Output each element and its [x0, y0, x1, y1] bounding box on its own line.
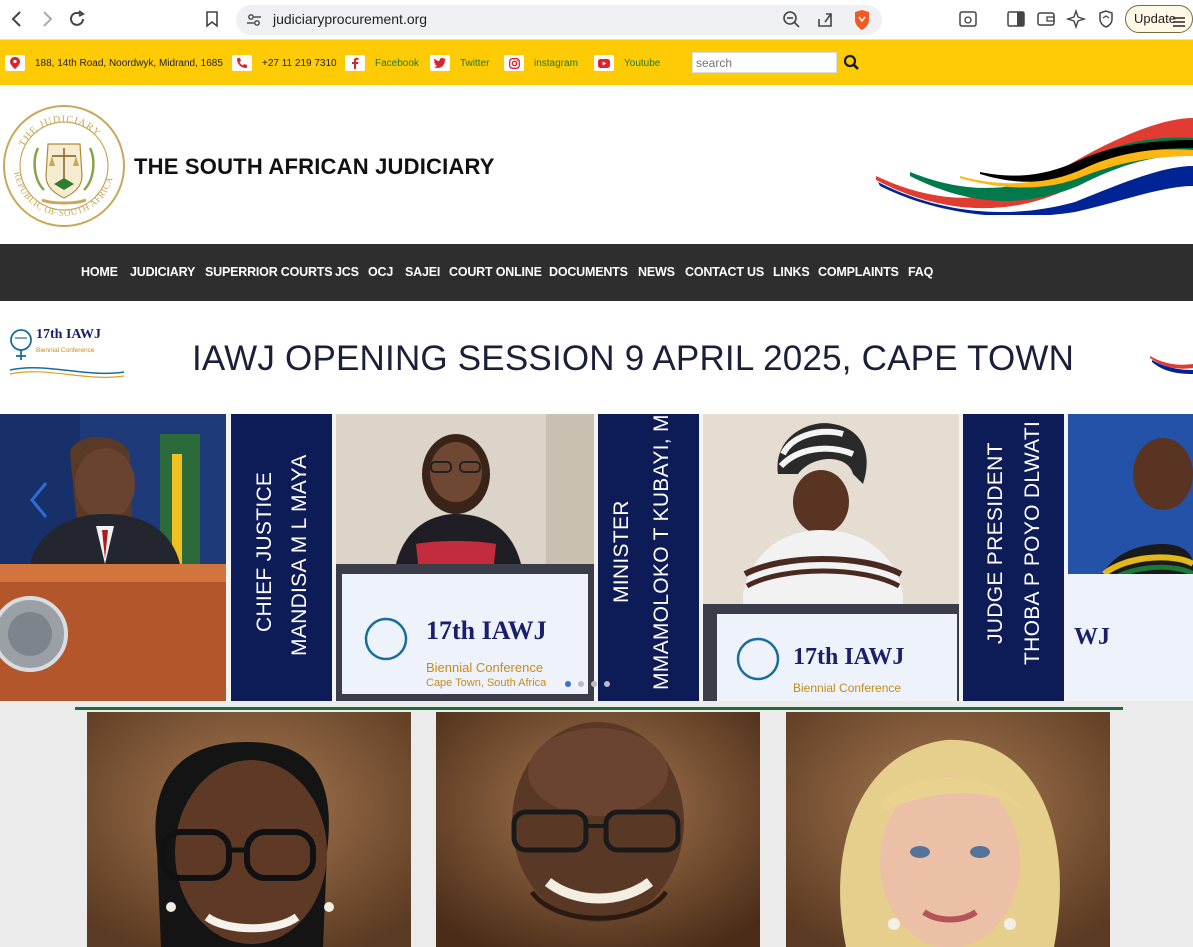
caption-line1: CHIEF JUSTICE [253, 471, 276, 632]
carousel-dot-1[interactable] [565, 681, 571, 687]
leader-portrait-2[interactable] [436, 712, 760, 947]
iawj-logo-text: 17th IAWJ [36, 327, 101, 342]
leader-portrait-3[interactable] [786, 712, 1110, 947]
carousel-caption-minister: MINISTER MMAMOLOKO T KUBAYI, MP [598, 414, 699, 701]
phone-icon [232, 55, 252, 71]
youtube-icon [594, 55, 614, 71]
carousel-caption-judge-president: JUDGE PRESIDENT THOBA P POYO DLWATI [963, 414, 1064, 701]
youtube-link[interactable]: Youtube [594, 54, 660, 72]
sa-flag-ribbon [870, 110, 1193, 217]
browser-toolbar: judiciaryprocurement.org Update [0, 0, 1193, 40]
svg-text:WJ: WJ [1074, 624, 1110, 650]
caption-line2: MMAMOLOKO T KUBAYI, MP [650, 414, 673, 690]
reader-mode-icon[interactable] [958, 9, 978, 29]
caption-line2: MANDISA M L MAYA [288, 454, 311, 656]
nav-superior-courts[interactable]: SUPERRIOR COURTS [205, 265, 333, 279]
caption-line2: THOBA P POYO DLWATI [1021, 420, 1044, 665]
nav-ocj[interactable]: OCJ [368, 265, 393, 279]
facebook-label: Facebook [375, 57, 419, 69]
carousel-caption-chief-justice: CHIEF JUSTICE MANDISA M L MAYA [231, 414, 332, 701]
bookmark-icon[interactable] [202, 9, 222, 29]
photo-carousel: CHIEF JUSTICE MANDISA M L MAYA 17th IAWJ… [0, 414, 1193, 701]
facebook-link[interactable]: Facebook [345, 54, 419, 72]
caption-line1: MINISTER [610, 500, 633, 603]
nav-news[interactable]: NEWS [638, 265, 675, 279]
podium-text-2: 17th IAWJ [793, 644, 904, 670]
twitter-icon [430, 55, 450, 71]
search-input[interactable] [692, 52, 837, 73]
sidebar-icon[interactable] [1006, 9, 1026, 29]
zoom-icon[interactable] [782, 10, 802, 30]
address-bar[interactable]: judiciaryprocurement.org [236, 5, 882, 35]
nav-complaints[interactable]: COMPLAINTS [818, 265, 899, 279]
search-icon[interactable] [843, 54, 861, 72]
banner-title: IAWJ OPENING SESSION 9 APRIL 2025, CAPE … [192, 339, 1075, 378]
site-settings-icon[interactable] [246, 12, 262, 28]
share-icon[interactable] [816, 10, 836, 30]
youtube-label: Youtube [624, 57, 661, 69]
twitter-label: Twitter [460, 57, 490, 69]
carousel-photo-judge-president: WJ [1068, 414, 1193, 701]
podium-place-1: Cape Town, South Africa [426, 677, 547, 689]
wallet-icon[interactable] [1036, 9, 1056, 29]
address-text: 188, 14th Road, Noordwyk, Midrand, 1685 [35, 57, 223, 69]
nav-documents[interactable]: DOCUMENTS [549, 265, 628, 279]
podium-conf-1: Biennial Conference [426, 660, 543, 675]
carousel-photo-minister: 17th IAWJ Biennial Conference [703, 414, 959, 701]
caption-line1: JUDGE PRESIDENT [984, 442, 1007, 644]
iawj-logo-sub: Biennial Conference [36, 347, 95, 354]
reload-icon[interactable] [66, 8, 88, 30]
forward-icon[interactable] [36, 8, 58, 30]
address-item: 188, 14th Road, Noordwyk, Midrand, 1685 [5, 54, 223, 72]
podium-conf-2: Biennial Conference [793, 681, 901, 695]
brave-shield-icon[interactable] [852, 9, 872, 30]
nav-sajei[interactable]: SAJEI [405, 265, 440, 279]
carousel-photo-president [0, 414, 226, 701]
phone-item: +27 11 219 7310 [232, 54, 337, 72]
leader-portrait-1[interactable] [87, 712, 411, 947]
instagram-label: instagram [534, 57, 578, 69]
nav-home[interactable]: HOME [81, 265, 118, 279]
nav-jcs[interactable]: JCS [335, 265, 359, 279]
nav-contact-us[interactable]: CONTACT US [685, 265, 764, 279]
carousel-indicators [565, 681, 610, 687]
menu-icon[interactable] [1172, 12, 1186, 27]
site-title: THE SOUTH AFRICAN JUDICIARY [134, 154, 495, 179]
map-pin-icon [5, 55, 25, 71]
nav-court-online[interactable]: COURT ONLINE [449, 265, 542, 279]
podium-text-1: 17th IAWJ [426, 616, 547, 645]
back-icon[interactable] [6, 8, 28, 30]
instagram-link[interactable]: instagram [504, 54, 578, 72]
nav-faq[interactable]: FAQ [908, 265, 933, 279]
carousel-dot-3[interactable] [591, 681, 597, 687]
iawj-logo: 17th IAWJ Biennial Conference [6, 322, 128, 380]
update-label: Update [1134, 11, 1176, 26]
phone-text: +27 11 219 7310 [262, 57, 337, 69]
carousel-photo-chief-justice: 17th IAWJ Biennial Conference Cape Town,… [336, 414, 594, 701]
carousel-prev-icon[interactable] [28, 480, 50, 520]
main-nav: HOME JUDICIARY SUPERRIOR COURTS JCS OCJ … [0, 244, 1193, 301]
banner-flag-ribbon [1150, 344, 1193, 374]
carousel-dot-4[interactable] [604, 681, 610, 687]
section-divider [75, 707, 1123, 710]
nav-judiciary[interactable]: JUDICIARY [130, 265, 195, 279]
nav-links[interactable]: LINKS [773, 265, 810, 279]
url-text: judiciaryprocurement.org [273, 11, 428, 27]
instagram-icon [504, 55, 524, 71]
judiciary-seal-logo[interactable]: THE JUDICIARY REPUBLIC OF SOUTH AFRICA [2, 104, 126, 228]
update-button[interactable]: Update [1125, 5, 1193, 33]
twitter-link[interactable]: Twitter [430, 54, 489, 72]
vpn-shield-icon[interactable] [1096, 9, 1116, 29]
facebook-icon [345, 55, 365, 71]
leo-ai-icon[interactable] [1065, 8, 1087, 30]
carousel-dot-2[interactable] [578, 681, 584, 687]
